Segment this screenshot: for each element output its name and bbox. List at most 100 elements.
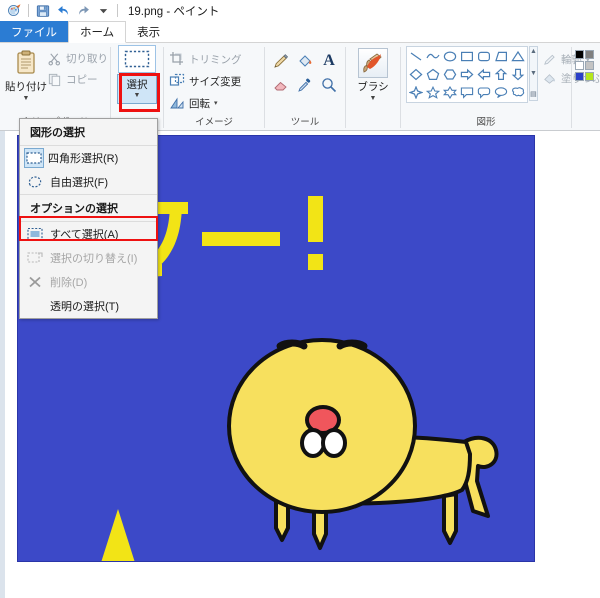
shape-rectangle[interactable] [459,48,475,65]
brush-icon [358,48,388,78]
menu-item-rectangular-selection[interactable]: 四角形選択(R) [20,146,157,170]
shape-curve[interactable] [425,48,441,65]
left-gutter [0,131,5,598]
invert-selection-icon [24,251,46,265]
color-palette[interactable] [575,46,594,81]
shape-right-arrow[interactable] [459,66,475,83]
paste-dropdown-caret-icon[interactable]: ▼ [23,95,30,102]
undo-icon[interactable] [53,2,73,20]
shape-oval-callout[interactable] [510,84,526,101]
shape-hexagon[interactable] [442,66,458,83]
title-divider [117,4,118,17]
shape-triangle[interactable] [510,48,526,65]
brush-caret-icon[interactable]: ▼ [370,95,377,102]
paste-label: 貼り付け [5,81,47,93]
crop-button[interactable]: トリミング [169,49,242,69]
shape-five-point-star[interactable] [425,84,441,101]
color-row-2[interactable] [575,61,594,70]
shapes-group-label: 図形 [476,117,496,128]
rotate-button[interactable]: 回転 ▾ [169,93,242,113]
ribbon-group-brush: ブラシ ▼ [346,43,400,130]
select-button[interactable]: 選択 ▼ [117,74,157,104]
rectangular-selection-icon [124,50,150,68]
shape-rounded-rectangle[interactable] [476,48,492,65]
swatch-white[interactable] [575,61,584,70]
menu-item-invert-selection[interactable]: 選択の切り替え(I) [20,246,157,270]
title-bar: 19.png - ペイント [0,0,600,21]
shape-line[interactable] [408,48,424,65]
eyedropper-icon [298,78,311,92]
paste-button[interactable]: 貼り付け ▼ [5,46,47,102]
shape-left-arrow[interactable] [476,66,492,83]
cat-eye-left [276,339,308,350]
select-dropdown-menu[interactable]: 図形の選択 四角形選択(R) 自由選択(F) オプションの選択 すべて選択(A) [19,118,158,319]
menu-item-label: すべて選択(A) [50,229,119,241]
shape-rectangular-callout[interactable] [459,84,475,101]
swatch-gray[interactable] [585,50,594,59]
window-title: 19.png - ペイント [128,5,220,18]
swatch-blue[interactable] [575,72,584,81]
brush-button[interactable]: ブラシ ▼ [351,46,395,102]
image-group-label: イメージ [195,117,233,128]
shape-down-arrow[interactable] [510,66,526,83]
eraser-tool-button[interactable] [270,74,292,96]
tab-view[interactable]: 表示 [126,21,171,42]
cat-leg-3 [442,492,458,545]
menu-item-select-all[interactable]: すべて選択(A) [20,222,157,246]
pencil-tool-button[interactable] [270,50,292,72]
swatch-black[interactable] [575,50,584,59]
shapes-gallery[interactable] [406,46,528,103]
ribbon-group-image: トリミング サイズ変更 回転 ▾ イメージ [164,43,264,130]
save-icon[interactable] [33,2,53,20]
shape-trapezoid[interactable] [493,48,509,65]
resize-icon [169,73,185,86]
paint-app-icon[interactable] [4,2,24,20]
tab-home[interactable]: ホーム [68,21,127,43]
swatch-light-gray[interactable] [585,61,594,70]
menu-item-delete[interactable]: 削除(D) [20,270,157,294]
text-tool-button[interactable]: A [318,50,340,72]
gallery-scroll-up-icon[interactable]: ▲ [530,48,537,56]
ribbon-group-tools: A ツール [265,43,345,130]
color-row-1[interactable] [575,50,594,59]
fill-with-color-button[interactable] [294,50,316,72]
select-dropdown-caret-icon[interactable]: ▼ [134,92,141,99]
copy-label: コピー [66,73,98,86]
shapes-gallery-scroll[interactable]: ▲ ▼ ▤ [529,46,538,101]
fill-bucket-icon [299,55,312,67]
qat-divider [28,4,29,17]
resize-button[interactable]: サイズ変更 [169,71,242,91]
customize-qat-icon[interactable] [93,2,113,20]
menu-item-label: 自由選択(F) [50,177,109,189]
pencil-icon [274,54,289,68]
menu-item-free-form-selection[interactable]: 自由選択(F) [20,170,157,194]
shape-cloud-callout[interactable] [493,84,509,101]
cut-label: 切り取り [66,52,108,65]
cut-button[interactable]: 切り取り [47,48,108,68]
selection-shape-preview[interactable] [118,45,156,73]
shape-six-point-star[interactable] [442,84,458,101]
fill-icon [544,74,555,84]
menu-item-transparent-selection[interactable]: 透明の選択(T) [20,294,157,318]
shape-diamond[interactable] [408,66,424,83]
copy-button[interactable]: コピー [47,69,108,89]
tab-file[interactable]: ファイル [0,21,68,42]
scissors-icon [48,52,61,65]
rectangular-selection-icon [24,148,44,168]
magnifier-button[interactable] [318,74,340,96]
gallery-expand-icon[interactable]: ▤ [530,91,537,99]
clipboard-small-buttons: 切り取り コピー [47,46,108,89]
shape-rounded-callout[interactable] [476,84,492,101]
swatch-lime[interactable] [585,72,594,81]
rotate-caret-icon[interactable]: ▾ [214,100,218,107]
menu-section-header-options: オプションの選択 [20,194,157,222]
shape-pentagon[interactable] [425,66,441,83]
color-row-3[interactable] [575,72,594,81]
shape-four-point-star[interactable] [408,84,424,101]
redo-icon[interactable] [73,2,93,20]
gallery-scroll-down-icon[interactable]: ▼ [530,70,537,78]
color-picker-button[interactable] [294,74,316,96]
shape-ellipse[interactable] [442,48,458,65]
shape-up-arrow[interactable] [493,66,509,83]
eraser-icon [274,81,287,91]
